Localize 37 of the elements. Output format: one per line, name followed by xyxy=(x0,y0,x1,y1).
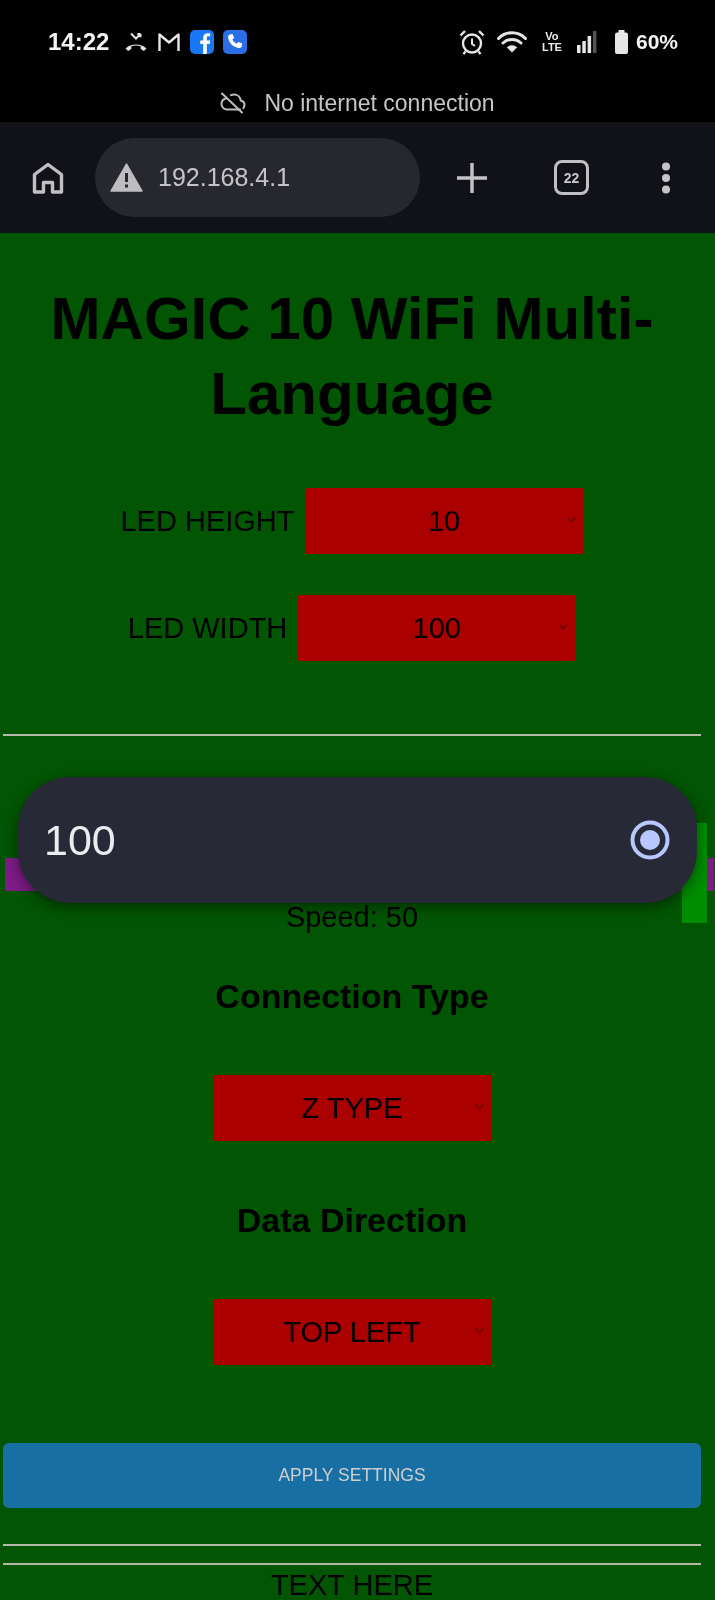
text-heading: TEXT HERE xyxy=(270,1571,434,1599)
apply-settings-button[interactable]: APPLY SETTINGS xyxy=(3,1443,701,1508)
field-label: LED WIDTH xyxy=(127,611,288,645)
url-text: 192.168.4.1 xyxy=(158,163,291,192)
section-heading: Data Direction xyxy=(236,1200,468,1240)
mail-icon xyxy=(157,31,182,53)
battery-icon xyxy=(614,30,628,54)
section-heading: Connection Type xyxy=(215,976,489,1016)
cloud-off-icon xyxy=(220,92,247,114)
chevron-down-icon xyxy=(566,517,576,523)
battery-percentage: 60% xyxy=(635,30,678,54)
wifi-icon xyxy=(496,31,527,53)
chevron-down-icon xyxy=(474,1104,484,1110)
dropdown-option[interactable]: 100 xyxy=(44,815,670,865)
network-type-label: Vo LTE xyxy=(541,31,563,53)
missed-call-icon xyxy=(124,30,149,54)
clock-time: 14:22 xyxy=(48,28,110,56)
connection-notice: No internet connection xyxy=(264,89,495,117)
dropdown-select[interactable]: TOP LEFT xyxy=(212,1299,492,1365)
dropdown-select[interactable]: Z TYPE xyxy=(212,1075,492,1141)
app-logo-icon xyxy=(190,30,215,54)
field-label: LED HEIGHT xyxy=(120,504,295,538)
chevron-down-icon xyxy=(559,624,569,630)
signal-bars-icon xyxy=(576,31,597,53)
more-options-icon[interactable] xyxy=(661,161,671,194)
plus-icon[interactable] xyxy=(456,161,488,194)
tab-switcher-button[interactable]: 22 xyxy=(554,160,589,195)
phone-app-icon xyxy=(223,30,248,54)
speed-reading: Speed: 50 xyxy=(285,900,419,935)
address-bar[interactable]: 192.168.4.1 xyxy=(95,138,420,217)
alarm-clock-icon xyxy=(458,29,485,55)
dropdown-select[interactable]: 10 xyxy=(304,488,584,554)
chevron-down-icon xyxy=(474,1328,484,1334)
dropdown-select[interactable]: 100 xyxy=(297,595,577,661)
warning-icon xyxy=(110,163,143,192)
home-icon[interactable] xyxy=(31,161,65,194)
page-title: MAGIC 10 WiFi Multi-Language xyxy=(49,284,655,429)
